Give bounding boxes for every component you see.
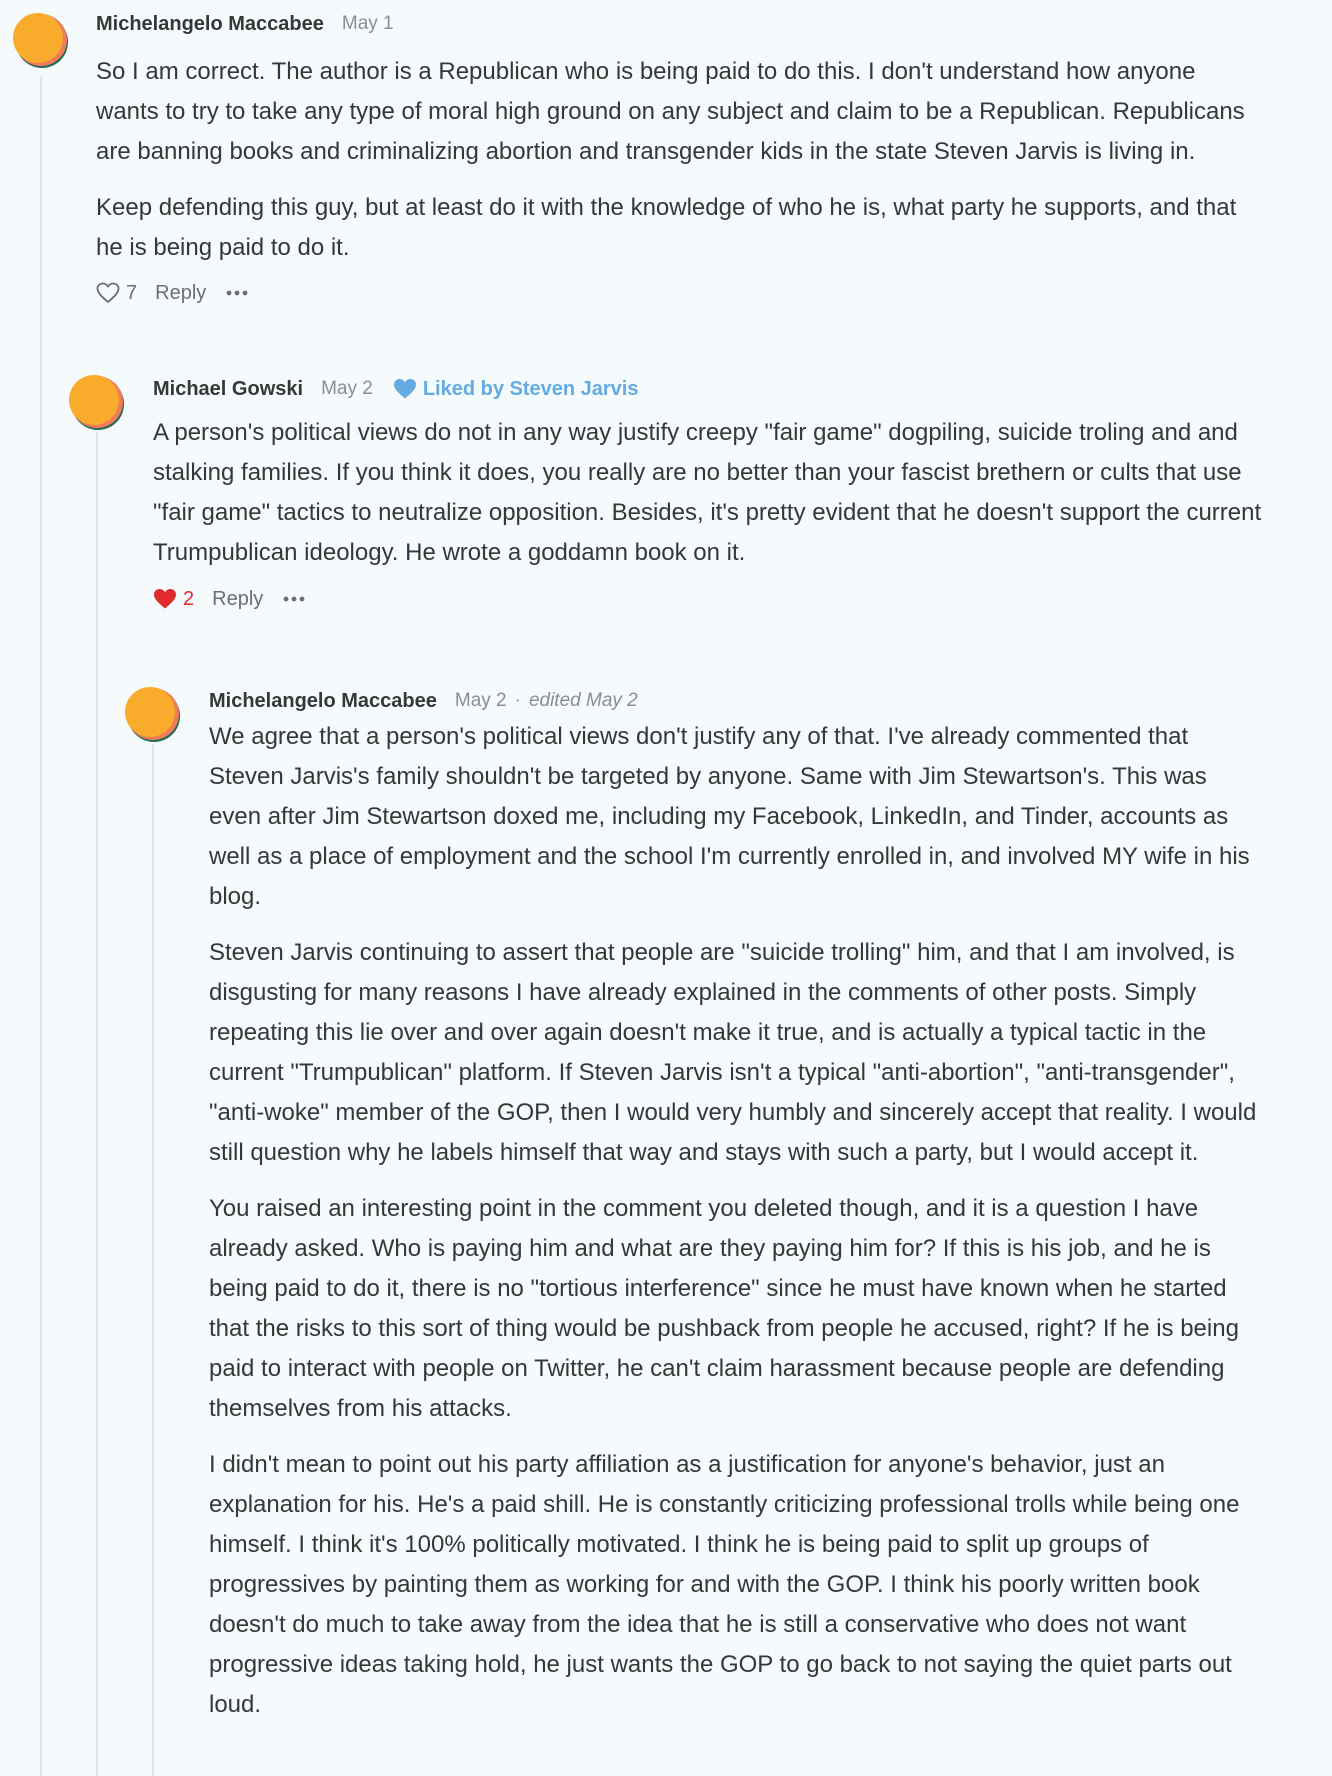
- comment-actions: 2 Reply: [153, 582, 1263, 616]
- comment-actions: 7 Reply: [96, 276, 1256, 310]
- comment-paragraph: A person's political views do not in any…: [153, 419, 1262, 566]
- more-options-button[interactable]: [226, 290, 248, 296]
- edited-label: edited May 2: [528, 690, 638, 711]
- reply-button[interactable]: Reply: [155, 282, 206, 305]
- like-count: 2: [183, 587, 195, 610]
- avatar[interactable]: [68, 374, 124, 430]
- ellipsis-icon: [283, 596, 305, 602]
- comment-body: We agree that a person's political views…: [209, 717, 1261, 1725]
- comment-body: A person's political views do not in any…: [153, 413, 1263, 573]
- heart-outline-icon: [96, 282, 120, 303]
- comment-paragraph: You raised an interesting point in the c…: [209, 1195, 1239, 1422]
- comment-date[interactable]: May 2: [455, 690, 507, 712]
- avatar[interactable]: [124, 686, 180, 742]
- heart-filled-icon: [154, 589, 176, 609]
- liked-by-badge: Liked by Steven Jarvis: [393, 377, 639, 401]
- ellipsis-icon: [226, 290, 248, 296]
- comment: Michelangelo Maccabee May 1 So I am corr…: [96, 8, 1256, 310]
- comment: Michelangelo Maccabee May 2 · edited May…: [209, 685, 1261, 1725]
- avatar[interactable]: [12, 12, 68, 68]
- comment-author[interactable]: Michelangelo Maccabee: [209, 690, 437, 713]
- comment-meta: Michael Gowski May 2 Liked by Steven Jar…: [153, 373, 1263, 405]
- comment-meta: Michelangelo Maccabee May 1: [96, 8, 1256, 40]
- comment: Michael Gowski May 2 Liked by Steven Jar…: [153, 373, 1263, 616]
- comment-paragraph: So I am correct. The author is a Republi…: [96, 58, 1245, 165]
- comment-meta: Michelangelo Maccabee May 2 · edited May…: [209, 685, 1261, 717]
- thread-line: [96, 432, 98, 1776]
- comment-body: So I am correct. The author is a Republi…: [96, 52, 1256, 268]
- comment-paragraph: We agree that a person's political views…: [209, 723, 1250, 910]
- thread-line: [40, 76, 42, 1776]
- comment-date[interactable]: May 2: [321, 378, 373, 400]
- comment-paragraph: I didn't mean to point out his party aff…: [209, 1451, 1240, 1718]
- more-options-button[interactable]: [283, 596, 305, 602]
- like-button[interactable]: 2: [153, 588, 194, 611]
- comment-paragraph: Keep defending this guy, but at least do…: [96, 194, 1237, 261]
- reply-button[interactable]: Reply: [212, 588, 263, 611]
- meta-separator: ·: [514, 690, 521, 711]
- thread-line: [152, 744, 154, 1776]
- like-count: 7: [126, 281, 138, 304]
- comment-date[interactable]: May 1: [342, 13, 394, 35]
- comment-author[interactable]: Michelangelo Maccabee: [96, 13, 324, 36]
- like-button[interactable]: 7: [96, 282, 137, 305]
- liked-by-text: Liked by Steven Jarvis: [422, 377, 639, 400]
- heart-filled-icon: [393, 379, 416, 399]
- comment-paragraph: Steven Jarvis continuing to assert that …: [209, 939, 1257, 1166]
- comment-author[interactable]: Michael Gowski: [153, 378, 303, 401]
